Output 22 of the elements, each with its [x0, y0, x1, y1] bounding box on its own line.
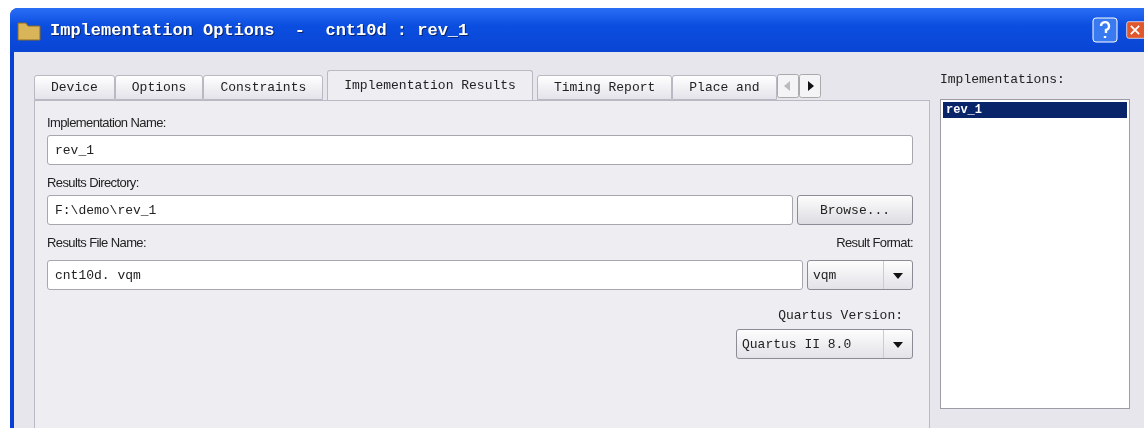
list-label: Implementations:: [940, 72, 1066, 87]
tab[interactable]: Timing Report: [536, 75, 673, 100]
tab[interactable]: Implementation Results: [327, 70, 533, 100]
tab[interactable]: Place and: [672, 75, 777, 100]
tab[interactable]: Options: [114, 75, 204, 100]
dropdown[interactable]: vqm: [807, 260, 913, 290]
field-label: Quartus Version:: [778, 308, 903, 323]
tab[interactable]: Device: [34, 75, 115, 100]
help-icon[interactable]: [1092, 17, 1118, 43]
window-title: Implementation Options - cnt10d : rev_1: [50, 20, 470, 40]
browse-button[interactable]: Browse...: [797, 195, 913, 225]
dropdown[interactable]: Quartus II 8.0: [736, 329, 913, 359]
field-label: Implementation Name:: [47, 115, 166, 130]
scroll-right-icon[interactable]: [798, 74, 821, 98]
field-label: Results File Name:: [47, 235, 146, 250]
field-label: Result Format:: [836, 235, 913, 250]
input-field[interactable]: rev_1: [47, 135, 913, 165]
input-field[interactable]: cnt10d. vqm: [47, 260, 803, 290]
tab[interactable]: Constraints: [203, 75, 324, 100]
input-field[interactable]: F:\demo\rev_1: [47, 195, 793, 225]
list-item[interactable]: rev_1: [943, 102, 1127, 118]
field-label: Results Directory:: [47, 175, 139, 190]
